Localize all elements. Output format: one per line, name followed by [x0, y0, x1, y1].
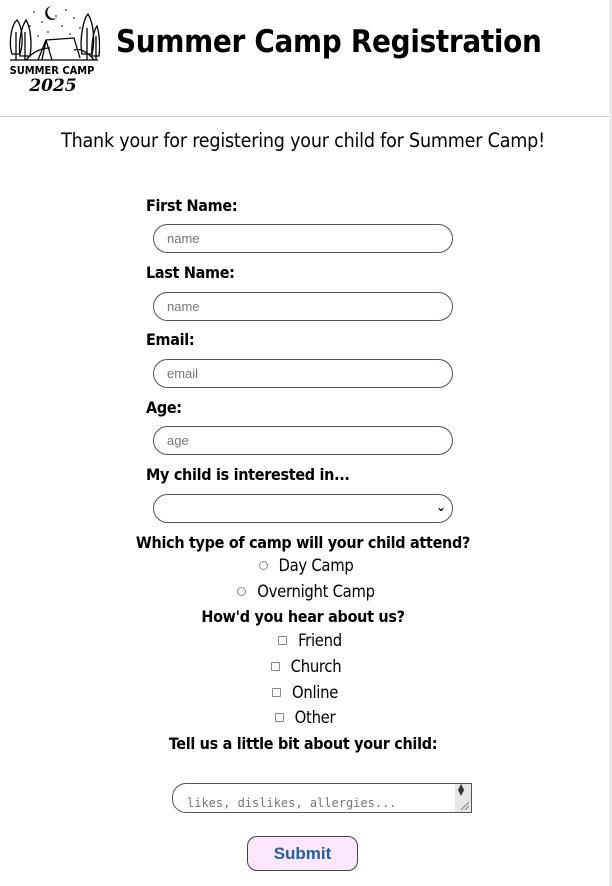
about-textarea[interactable] [172, 783, 472, 813]
submit-button[interactable]: Submit [247, 836, 358, 871]
age-input[interactable] [153, 426, 453, 455]
scroll-arrows-icon: ▲ ▼ [458, 782, 465, 797]
logo-year: 2025 [28, 76, 76, 94]
option-label: Online [291, 683, 339, 702]
age-label: Age: [146, 398, 182, 417]
camp-type-option-overnight[interactable]: Overnight Camp [0, 582, 606, 601]
option-label: Friend [298, 631, 342, 650]
interest-label: My child is interested in... [146, 465, 350, 484]
referral-option-online[interactable]: Online [0, 683, 606, 702]
last-name-input[interactable] [153, 292, 453, 321]
page-header: SUMMER CAMP 2025 Summer Camp Registratio… [0, 0, 609, 117]
referral-label: How'd you hear about us? [201, 607, 405, 626]
resize-grip-icon[interactable] [461, 802, 469, 810]
page-title: Summer Camp Registration [116, 24, 542, 60]
textarea-scrollbar[interactable]: ▲ ▼ [455, 782, 471, 812]
option-label: Church [290, 657, 342, 676]
interest-select[interactable]: ⌄ [153, 494, 453, 523]
about-label: Tell us a little bit about your child: [168, 734, 438, 753]
camp-type-option-day[interactable]: Day Camp [0, 556, 606, 575]
intro-message: Thank your for registering your child fo… [61, 129, 545, 152]
chevron-down-icon: ⌄ [435, 500, 446, 514]
radio-button[interactable] [258, 561, 268, 570]
option-label: Other [294, 708, 336, 727]
radio-button[interactable] [237, 587, 247, 596]
first-name-input[interactable] [153, 224, 453, 253]
checkbox[interactable] [270, 662, 280, 671]
option-label: Overnight Camp [257, 582, 375, 601]
referral-option-friend[interactable]: Friend [0, 631, 606, 650]
email-label: Email: [146, 330, 195, 349]
summer-camp-logo: SUMMER CAMP 2025 [10, 6, 100, 94]
email-input[interactable] [153, 359, 453, 388]
moon-icon [45, 6, 57, 20]
stars-icon [29, 9, 81, 37]
camp-type-label: Which type of camp will your child atten… [135, 533, 471, 552]
checkbox[interactable] [278, 636, 288, 645]
option-label: Day Camp [278, 556, 354, 575]
first-name-label: First Name: [146, 196, 238, 215]
checkbox[interactable] [274, 713, 284, 722]
last-name-label: Last Name: [146, 263, 235, 282]
tent-icon [10, 37, 98, 61]
checkbox[interactable] [271, 688, 281, 697]
referral-option-other[interactable]: Other [0, 708, 606, 727]
referral-option-church[interactable]: Church [0, 657, 606, 676]
